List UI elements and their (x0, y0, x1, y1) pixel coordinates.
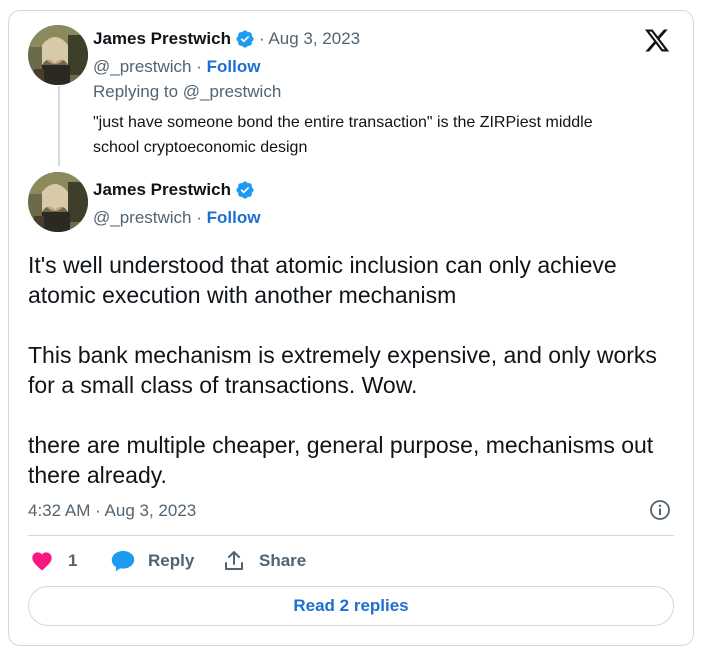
author-name[interactable]: James Prestwich (93, 179, 231, 201)
quoted-tweet-text: "just have someone bond the entire trans… (93, 114, 593, 156)
like-count: 1 (68, 551, 78, 570)
x-logo-icon[interactable] (642, 27, 672, 54)
author-name[interactable]: James Prestwich (93, 28, 231, 50)
verified-badge-icon (236, 181, 254, 199)
tweet-timestamp[interactable]: 4:32 AM · Aug 3, 2023 (28, 500, 196, 522)
tweet-date[interactable]: · Aug 3, 2023 (259, 28, 360, 50)
info-icon[interactable] (648, 498, 672, 522)
tweet-paragraph: there are multiple cheaper, general purp… (28, 432, 654, 488)
main-author-row: James Prestwich (93, 179, 255, 201)
follow-button[interactable]: Follow (207, 208, 261, 227)
tweet-paragraph: This bank mechanism is extremely expensi… (28, 342, 657, 398)
avatar[interactable] (28, 25, 88, 85)
quoted-author-row: James Prestwich · Aug 3, 2023 (93, 28, 360, 50)
verified-badge-icon (236, 30, 254, 48)
divider (28, 535, 674, 536)
share-icon (225, 551, 243, 570)
avatar[interactable] (28, 172, 88, 232)
read-replies-button[interactable]: Read 2 replies (28, 586, 674, 626)
thread-connector-line (58, 86, 60, 166)
replying-to-label[interactable]: Replying to @_prestwich (93, 81, 281, 103)
separator: · (191, 208, 207, 227)
tweet-body: It's well understood that atomic inclusi… (28, 250, 678, 520)
reply-button[interactable]: Reply (110, 548, 194, 574)
separator: · (191, 57, 207, 76)
heart-icon (32, 552, 52, 571)
tweet-paragraph: It's well understood that atomic inclusi… (28, 252, 617, 308)
main-handle-row: @_prestwich · Follow (93, 207, 260, 229)
quoted-handle-row: @_prestwich · Follow (93, 56, 260, 78)
reply-bubble-icon (111, 551, 135, 572)
author-handle[interactable]: @_prestwich (93, 57, 192, 76)
author-handle[interactable]: @_prestwich (93, 208, 192, 227)
share-label: Share (259, 551, 307, 570)
like-button[interactable]: 1 (30, 548, 77, 574)
share-button[interactable]: Share (223, 548, 306, 574)
reply-label: Reply (148, 551, 195, 570)
follow-button[interactable]: Follow (207, 57, 261, 76)
